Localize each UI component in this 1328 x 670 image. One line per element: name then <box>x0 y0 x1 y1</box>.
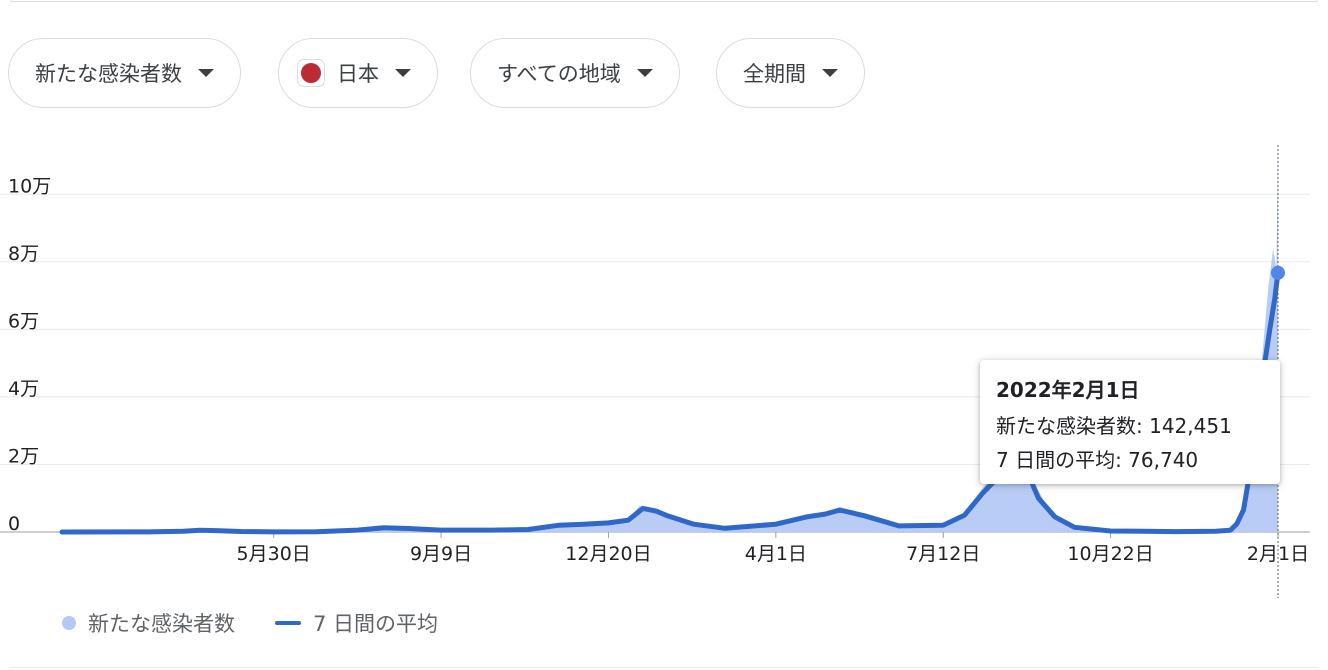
x-tick-label: 9月9日 <box>410 543 472 565</box>
x-tick-label: 5月30日 <box>237 543 311 565</box>
y-tick-label: 10万 <box>8 175 51 197</box>
chart-legend: 新たな感染者数 7 日間の平均 <box>62 608 438 638</box>
legend-7day-average-label: 7 日間の平均 <box>313 612 439 636</box>
tooltip-new-cases: 新たな感染者数: 142,451 <box>996 414 1232 438</box>
legend-new-cases-label: 新たな感染者数 <box>88 612 235 636</box>
x-tick-label: 12月20日 <box>565 543 651 565</box>
legend-7day-average-marker <box>275 621 301 625</box>
hover-point-marker <box>1271 265 1285 280</box>
y-tick-label: 2万 <box>8 445 39 467</box>
x-tick-label: 10月22日 <box>1067 543 1153 565</box>
x-tick-label: 4月1日 <box>745 543 807 565</box>
y-tick-label: 4万 <box>8 378 39 400</box>
y-tick-label: 6万 <box>8 310 39 332</box>
y-tick-label: 8万 <box>8 243 39 265</box>
tooltip-date: 2022年2月1日 <box>996 378 1140 402</box>
x-axis: 5月30日 9月9日 12月20日 4月1日 7月12日 10月22日 2月1日 <box>237 532 1309 565</box>
tooltip-7day-average: 7 日間の平均: 76,740 <box>996 448 1199 472</box>
legend-new-cases-marker <box>62 616 76 630</box>
y-axis: 0 2万 4万 6万 8万 10万 <box>8 175 51 535</box>
x-tick-label: 7月12日 <box>906 543 980 565</box>
cases-chart[interactable]: 0 2万 4万 6万 8万 10万 5月30日 9月9日 12月20日 4月1日 7月12日 10月… <box>0 0 1328 600</box>
hover-tooltip: 2022年2月1日 新たな感染者数: 142,451 7 日間の平均: 76,7… <box>980 360 1280 484</box>
bottom-divider <box>10 667 1318 668</box>
y-tick-label: 0 <box>8 513 20 535</box>
